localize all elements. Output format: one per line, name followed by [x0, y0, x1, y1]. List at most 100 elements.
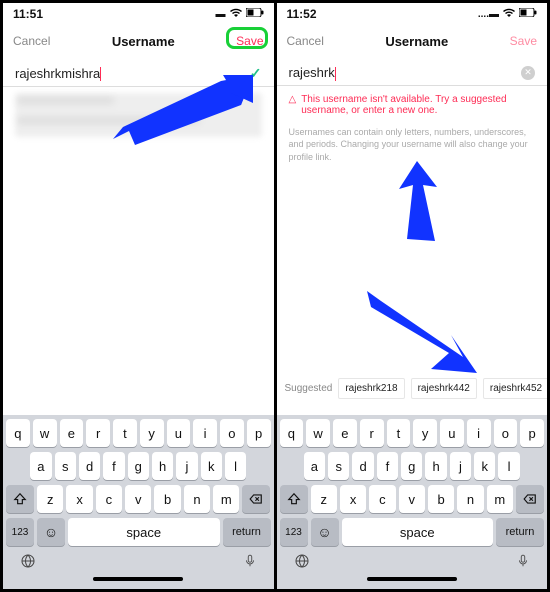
- key-b[interactable]: b: [428, 485, 454, 513]
- key-h[interactable]: h: [152, 452, 173, 480]
- key-j[interactable]: j: [176, 452, 197, 480]
- key-p[interactable]: p: [247, 419, 271, 447]
- battery-icon: [246, 8, 264, 20]
- key-j[interactable]: j: [450, 452, 471, 480]
- key-e[interactable]: e: [333, 419, 357, 447]
- home-indicator[interactable]: [93, 577, 183, 581]
- blurred-hint-area: [15, 93, 262, 137]
- key-i[interactable]: i: [467, 419, 491, 447]
- key-z[interactable]: z: [311, 485, 337, 513]
- text-caret: [335, 67, 336, 81]
- key-s[interactable]: s: [55, 452, 76, 480]
- battery-icon: [519, 8, 537, 20]
- mic-icon[interactable]: [516, 553, 530, 574]
- return-key[interactable]: return: [223, 518, 271, 546]
- save-button[interactable]: Save: [236, 34, 263, 48]
- key-v[interactable]: v: [125, 485, 151, 513]
- numbers-key[interactable]: 123: [280, 518, 308, 546]
- key-m[interactable]: m: [487, 485, 513, 513]
- cancel-button[interactable]: Cancel: [287, 34, 324, 48]
- username-value: rajeshrkmishra: [15, 66, 100, 81]
- key-c[interactable]: c: [96, 485, 122, 513]
- ios-keyboard[interactable]: qwertyuiop asdfghjkl zxcvbnm 123 ☺ space…: [277, 415, 548, 589]
- key-n[interactable]: n: [184, 485, 210, 513]
- key-x[interactable]: x: [66, 485, 92, 513]
- globe-icon[interactable]: [294, 553, 310, 574]
- key-e[interactable]: e: [60, 419, 84, 447]
- status-time: 11:52: [287, 7, 317, 21]
- key-d[interactable]: d: [79, 452, 100, 480]
- key-r[interactable]: r: [86, 419, 110, 447]
- key-o[interactable]: o: [220, 419, 244, 447]
- key-u[interactable]: u: [167, 419, 191, 447]
- key-u[interactable]: u: [440, 419, 464, 447]
- key-v[interactable]: v: [399, 485, 425, 513]
- space-key[interactable]: space: [342, 518, 494, 546]
- key-m[interactable]: m: [213, 485, 239, 513]
- key-q[interactable]: q: [280, 419, 304, 447]
- username-input[interactable]: rajeshrkmishra: [15, 66, 250, 82]
- key-l[interactable]: l: [225, 452, 246, 480]
- numbers-key[interactable]: 123: [6, 518, 34, 546]
- key-g[interactable]: g: [401, 452, 422, 480]
- suggestion-pill[interactable]: rajeshrk452: [483, 378, 547, 399]
- username-input[interactable]: rajeshrk: [289, 65, 522, 81]
- key-s[interactable]: s: [328, 452, 349, 480]
- key-a[interactable]: a: [30, 452, 51, 480]
- key-o[interactable]: o: [494, 419, 518, 447]
- save-button[interactable]: Save: [510, 34, 537, 48]
- key-c[interactable]: c: [369, 485, 395, 513]
- ios-keyboard[interactable]: qwertyuiop asdfghjkl zxcvbnm 123 ☺ space…: [3, 415, 274, 589]
- signal-icon: ▬: [216, 9, 226, 20]
- nav-title: Username: [324, 34, 510, 49]
- key-z[interactable]: z: [37, 485, 63, 513]
- mic-icon[interactable]: [243, 553, 257, 574]
- key-w[interactable]: w: [33, 419, 57, 447]
- space-key[interactable]: space: [68, 518, 220, 546]
- cancel-button[interactable]: Cancel: [13, 34, 50, 48]
- keyboard-row-1: qwertyuiop: [6, 419, 271, 447]
- key-p[interactable]: p: [520, 419, 544, 447]
- key-y[interactable]: y: [140, 419, 164, 447]
- shift-key[interactable]: [6, 485, 34, 513]
- key-i[interactable]: i: [193, 419, 217, 447]
- key-n[interactable]: n: [457, 485, 483, 513]
- key-q[interactable]: q: [6, 419, 30, 447]
- key-r[interactable]: r: [360, 419, 384, 447]
- text-caret: [100, 67, 101, 81]
- shift-key[interactable]: [280, 485, 308, 513]
- key-h[interactable]: h: [425, 452, 446, 480]
- key-f[interactable]: f: [377, 452, 398, 480]
- key-a[interactable]: a: [304, 452, 325, 480]
- key-y[interactable]: y: [413, 419, 437, 447]
- keyboard-row-4: 123 ☺ space return: [280, 518, 545, 546]
- emoji-key[interactable]: ☺: [37, 518, 65, 546]
- key-g[interactable]: g: [128, 452, 149, 480]
- key-t[interactable]: t: [387, 419, 411, 447]
- key-b[interactable]: b: [154, 485, 180, 513]
- key-k[interactable]: k: [201, 452, 222, 480]
- key-t[interactable]: t: [113, 419, 137, 447]
- arrow-annotation-error: [387, 161, 447, 241]
- backspace-key[interactable]: [242, 485, 270, 513]
- suggestion-pill[interactable]: rajeshrk442: [411, 378, 477, 399]
- emoji-key[interactable]: ☺: [311, 518, 339, 546]
- return-key[interactable]: return: [496, 518, 544, 546]
- nav-bar: Cancel Username Save: [3, 25, 274, 57]
- clear-input-icon[interactable]: ✕: [521, 66, 535, 80]
- arrow-annotation-suggestions: [367, 291, 477, 381]
- suggestion-pill[interactable]: rajeshrk218: [338, 378, 404, 399]
- key-w[interactable]: w: [306, 419, 330, 447]
- home-indicator[interactable]: [367, 577, 457, 581]
- username-error: △ This username isn't available. Try a s…: [277, 86, 548, 118]
- key-f[interactable]: f: [103, 452, 124, 480]
- signal-icon: ....▬: [478, 9, 499, 20]
- key-d[interactable]: d: [352, 452, 373, 480]
- username-hint: Usernames can contain only letters, numb…: [277, 118, 548, 172]
- key-k[interactable]: k: [474, 452, 495, 480]
- key-l[interactable]: l: [498, 452, 519, 480]
- key-x[interactable]: x: [340, 485, 366, 513]
- globe-icon[interactable]: [20, 553, 36, 574]
- backspace-key[interactable]: [516, 485, 544, 513]
- status-time: 11:51: [13, 7, 43, 21]
